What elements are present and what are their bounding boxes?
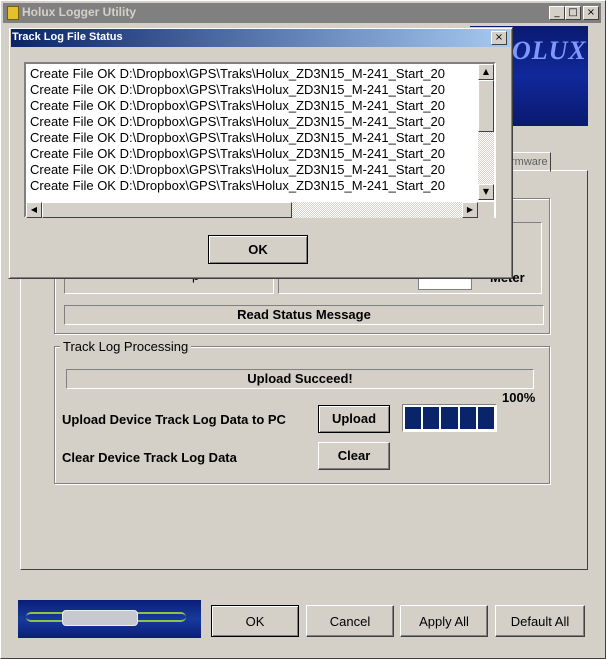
- close-icon: ×: [586, 7, 596, 18]
- progress-block: [423, 407, 440, 429]
- dialog-ok-button[interactable]: OK: [208, 235, 308, 264]
- upload-button[interactable]: Upload: [318, 405, 390, 433]
- footer-default-all-button[interactable]: Default All: [495, 605, 585, 637]
- scroll-right-button[interactable]: ▶: [462, 202, 478, 218]
- footer-ok-button[interactable]: OK: [211, 605, 299, 637]
- dialog-title: Track Log File Status: [12, 31, 123, 43]
- maximize-icon: □: [568, 7, 578, 18]
- read-status-message: Read Status Message: [64, 305, 544, 325]
- footer-apply-all-button[interactable]: Apply All: [400, 605, 488, 637]
- list-item[interactable]: Create File OK D:\Dropbox\GPS\Traks\Holu…: [30, 162, 445, 177]
- close-button[interactable]: ×: [583, 6, 599, 20]
- vertical-scroll-track[interactable]: [478, 132, 494, 184]
- scroll-up-button[interactable]: ▲: [478, 64, 494, 80]
- track-log-group-label: Track Log Processing: [60, 339, 192, 354]
- minimize-icon: _: [554, 7, 560, 18]
- list-item[interactable]: Create File OK D:\Dropbox\GPS\Traks\Holu…: [30, 82, 445, 97]
- upload-status-message: Upload Succeed!: [66, 369, 534, 389]
- footer-cancel-button[interactable]: Cancel: [306, 605, 394, 637]
- vertical-scroll-thumb[interactable]: [478, 80, 494, 132]
- horizontal-scroll-track[interactable]: [292, 202, 462, 218]
- progress-block: [459, 407, 476, 429]
- list-item[interactable]: Create File OK D:\Dropbox\GPS\Traks\Holu…: [30, 146, 445, 161]
- arrow-down-icon: ▼: [482, 187, 490, 196]
- clear-button[interactable]: Clear: [318, 442, 390, 470]
- clear-label: Clear Device Track Log Data: [62, 450, 237, 465]
- log-listbox[interactable]: Create File OK D:\Dropbox\GPS\Traks\Holu…: [24, 62, 496, 218]
- list-item[interactable]: Create File OK D:\Dropbox\GPS\Traks\Holu…: [30, 98, 445, 113]
- list-item[interactable]: Create File OK D:\Dropbox\GPS\Traks\Holu…: [30, 178, 445, 193]
- dialog-close-button[interactable]: ×: [491, 31, 507, 45]
- progress-block: [477, 407, 495, 429]
- list-item[interactable]: Create File OK D:\Dropbox\GPS\Traks\Holu…: [30, 130, 445, 145]
- arrow-left-icon: ◀: [30, 205, 38, 214]
- progress-percent: 100%: [502, 390, 536, 405]
- app-icon: [7, 6, 19, 20]
- minimize-button[interactable]: _: [549, 6, 565, 20]
- list-item[interactable]: Create File OK D:\Dropbox\GPS\Traks\Holu…: [30, 114, 445, 129]
- progress-block: [405, 407, 422, 429]
- scroll-down-button[interactable]: ▼: [478, 184, 494, 200]
- arrow-right-icon: ▶: [466, 205, 474, 214]
- maximize-button[interactable]: □: [565, 6, 581, 20]
- horizontal-scroll-thumb[interactable]: [42, 202, 292, 218]
- close-icon: ×: [494, 32, 504, 43]
- upload-label: Upload Device Track Log Data to PC: [62, 412, 286, 427]
- progress-block: [441, 407, 458, 429]
- device-plug-graphic: [62, 610, 138, 626]
- banner-logo-text: OLUX: [512, 36, 587, 65]
- scrollbar-corner: [478, 202, 494, 218]
- scroll-left-button[interactable]: ◀: [26, 202, 42, 218]
- arrow-up-icon: ▲: [482, 67, 490, 76]
- main-window-title: Holux Logger Utility: [22, 5, 136, 19]
- list-item[interactable]: Create File OK D:\Dropbox\GPS\Traks\Holu…: [30, 66, 445, 81]
- upload-progress-bar: [402, 404, 497, 432]
